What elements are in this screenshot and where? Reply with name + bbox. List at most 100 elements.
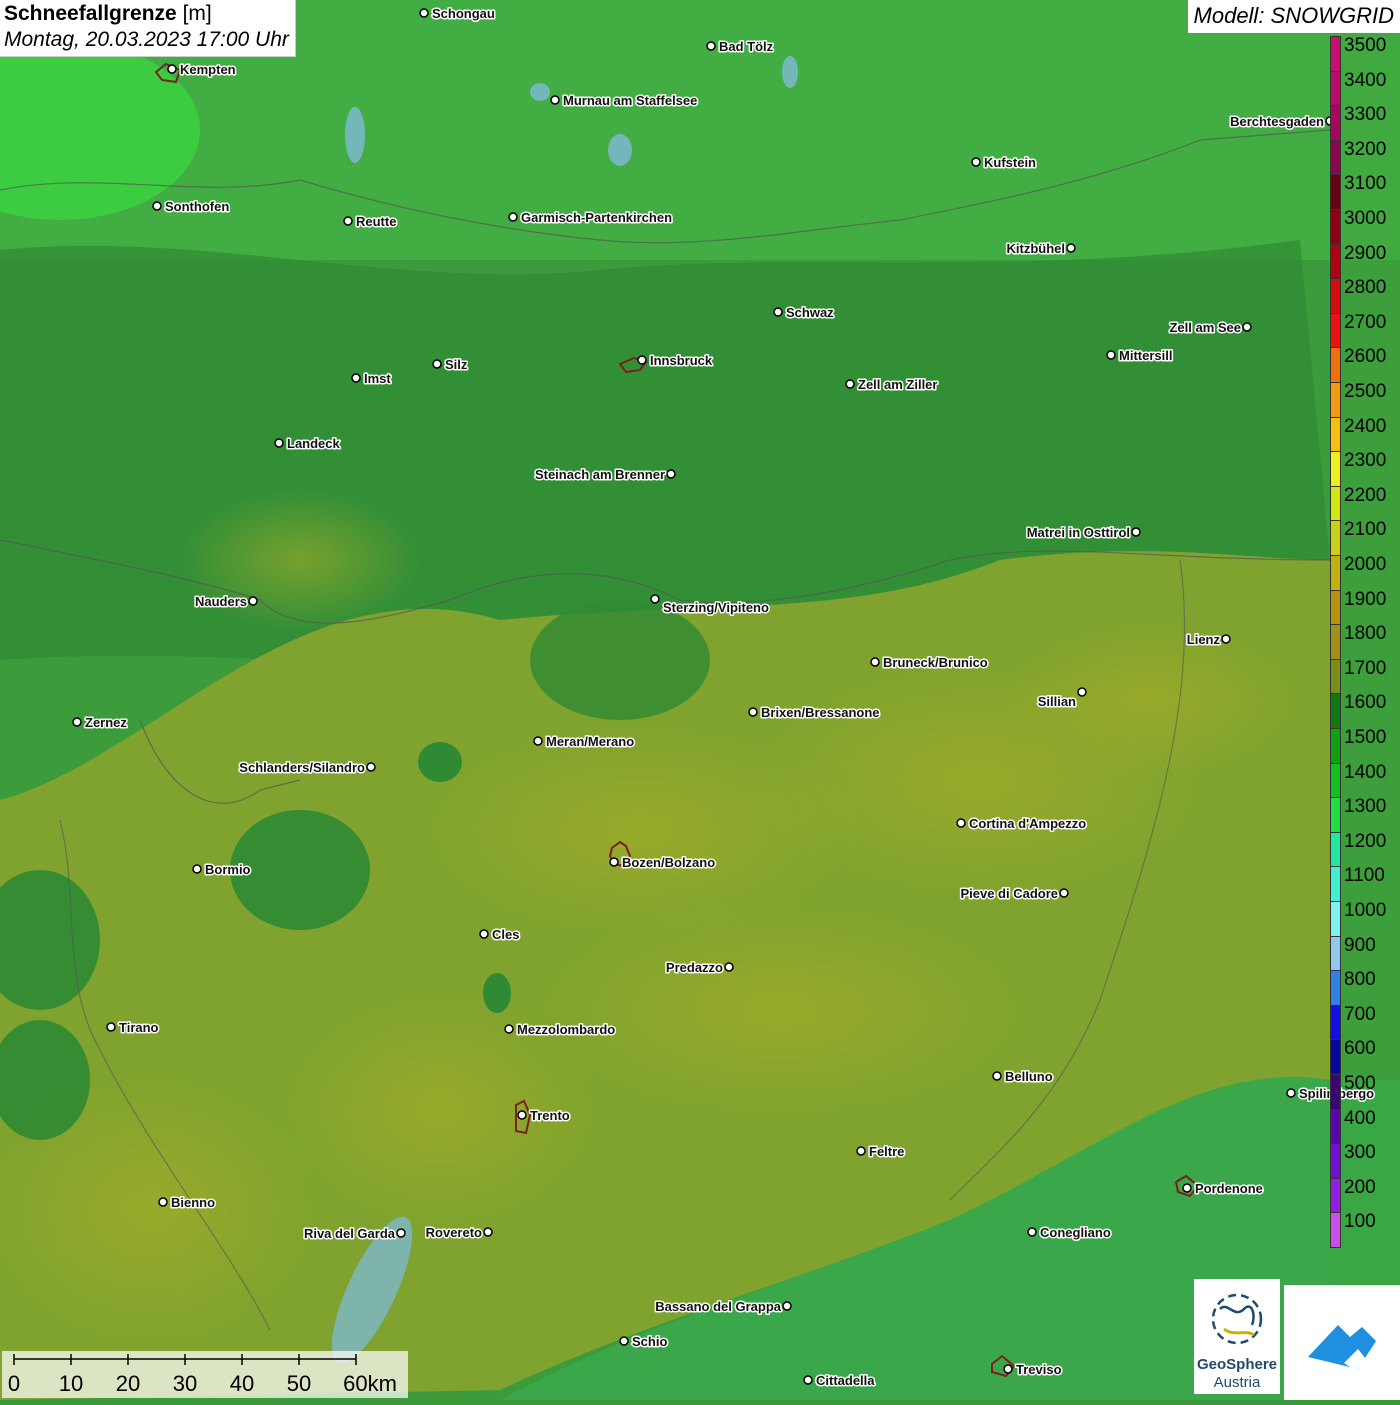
city-marker[interactable]: [550, 95, 560, 105]
legend-label: 2500: [1344, 381, 1387, 402]
geosphere-emblem-icon: [1211, 1293, 1263, 1345]
city-label: Bormio: [205, 862, 251, 877]
city-marker[interactable]: [956, 818, 966, 828]
city-marker[interactable]: [748, 707, 758, 717]
city-label: Innsbruck: [650, 353, 713, 368]
city-marker[interactable]: [351, 373, 361, 383]
city-label: Sonthofen: [165, 199, 229, 214]
city-label: Treviso: [1016, 1362, 1062, 1377]
city-label: Nauders: [195, 594, 247, 609]
snowfall-limit-map[interactable]: Schongau Bad Tölz Kempten Murnau am Staffel…: [0, 0, 1400, 1400]
city-label: Garmisch-Partenkirchen: [521, 210, 672, 225]
legend-color-3100: [1330, 174, 1341, 210]
city-label: Steinach am Brenner: [535, 467, 665, 482]
city-marker[interactable]: [517, 1110, 527, 1120]
legend-label: 1700: [1344, 657, 1387, 679]
city-marker[interactable]: [706, 41, 716, 51]
city-marker[interactable]: [637, 355, 647, 365]
legend-color-2400: [1330, 416, 1341, 453]
legend-color-3000: [1330, 209, 1341, 245]
city-marker[interactable]: [773, 307, 783, 317]
city-marker[interactable]: [274, 438, 284, 448]
city-marker[interactable]: [396, 1228, 406, 1238]
city-marker[interactable]: [856, 1146, 866, 1156]
city-marker[interactable]: [1221, 634, 1231, 644]
city-marker[interactable]: [72, 717, 82, 727]
city-label: Bruneck/Brunico: [883, 655, 988, 670]
legend-label: 900: [1344, 934, 1376, 956]
city-marker[interactable]: [782, 1301, 792, 1311]
city-marker[interactable]: [248, 596, 258, 606]
city-marker[interactable]: [432, 359, 442, 369]
legend-label: 800: [1344, 969, 1376, 991]
legend-color-1500: [1330, 728, 1341, 764]
city-marker[interactable]: [992, 1071, 1002, 1081]
city-marker[interactable]: [192, 864, 202, 874]
legend-label: 1000: [1344, 900, 1387, 921]
city-marker[interactable]: [483, 1227, 493, 1237]
city-marker[interactable]: [845, 379, 855, 389]
legend-label: 2700: [1344, 311, 1387, 333]
city-marker[interactable]: [803, 1375, 813, 1385]
legend-label: 2600: [1344, 346, 1387, 368]
legend-color-2200: [1330, 485, 1341, 522]
city-marker[interactable]: [1066, 243, 1076, 253]
legend-color-300: [1330, 1143, 1341, 1179]
legend-color-400: [1330, 1108, 1341, 1145]
city-marker[interactable]: [1242, 322, 1252, 332]
city-marker[interactable]: [971, 157, 981, 167]
legend-color-2300: [1330, 451, 1341, 487]
city-marker[interactable]: [1077, 687, 1087, 697]
city-marker[interactable]: [158, 1197, 168, 1207]
scale-label: 40: [229, 1371, 255, 1396]
city-marker[interactable]: [724, 962, 734, 972]
city-label: Schio: [632, 1334, 667, 1349]
city-marker[interactable]: [650, 594, 660, 604]
city-marker[interactable]: [1182, 1183, 1192, 1193]
legend-color-3300: [1330, 105, 1341, 141]
city-marker[interactable]: [343, 216, 353, 226]
city-marker[interactable]: [1286, 1088, 1296, 1098]
city-marker[interactable]: [366, 762, 376, 772]
title-unit: [m]: [182, 2, 212, 25]
city-marker[interactable]: [152, 201, 162, 211]
city-marker[interactable]: [106, 1022, 116, 1032]
city-label: Pieve di Cadore: [960, 886, 1058, 901]
legend-color-2500: [1330, 382, 1341, 418]
legend-color-2900: [1330, 243, 1341, 280]
legend-color-700: [1330, 1004, 1341, 1041]
city-marker[interactable]: [619, 1336, 629, 1346]
city-marker[interactable]: [1131, 527, 1141, 537]
legend-color-1900: [1330, 589, 1341, 626]
city-label: Feltre: [869, 1144, 904, 1159]
city-marker[interactable]: [508, 212, 518, 222]
legend-label: 1300: [1344, 796, 1387, 818]
city-marker[interactable]: [479, 929, 489, 939]
city-marker[interactable]: [533, 736, 543, 746]
city-marker[interactable]: [504, 1024, 514, 1034]
legend-label: 200: [1344, 1176, 1376, 1198]
legend-color-3200: [1330, 139, 1341, 176]
city-label: Zell am See: [1169, 320, 1241, 335]
city-label: Silz: [445, 357, 468, 372]
city-marker[interactable]: [870, 657, 880, 667]
city-label: Landeck: [287, 436, 341, 451]
geosphere-logo: GeoSphere Austria: [1194, 1279, 1280, 1394]
city-label: Rovereto: [426, 1225, 482, 1240]
legend-color-1100: [1330, 866, 1341, 902]
city-marker[interactable]: [666, 469, 676, 479]
city-marker[interactable]: [1003, 1364, 1013, 1374]
legend-label: 2000: [1344, 554, 1387, 575]
city-marker[interactable]: [419, 8, 429, 18]
city-marker[interactable]: [1059, 888, 1069, 898]
scale-label: 0: [7, 1371, 21, 1396]
city-marker[interactable]: [609, 857, 619, 867]
city-label: Meran/Merano: [546, 734, 634, 749]
city-marker[interactable]: [1106, 350, 1116, 360]
city-label: Matrei in Osttirol: [1027, 525, 1130, 540]
legend-label: 600: [1344, 1038, 1376, 1060]
city-marker[interactable]: [1027, 1227, 1037, 1237]
legend-color-200: [1330, 1177, 1341, 1214]
city-marker[interactable]: [167, 64, 177, 74]
legend-color-1400: [1330, 762, 1341, 799]
